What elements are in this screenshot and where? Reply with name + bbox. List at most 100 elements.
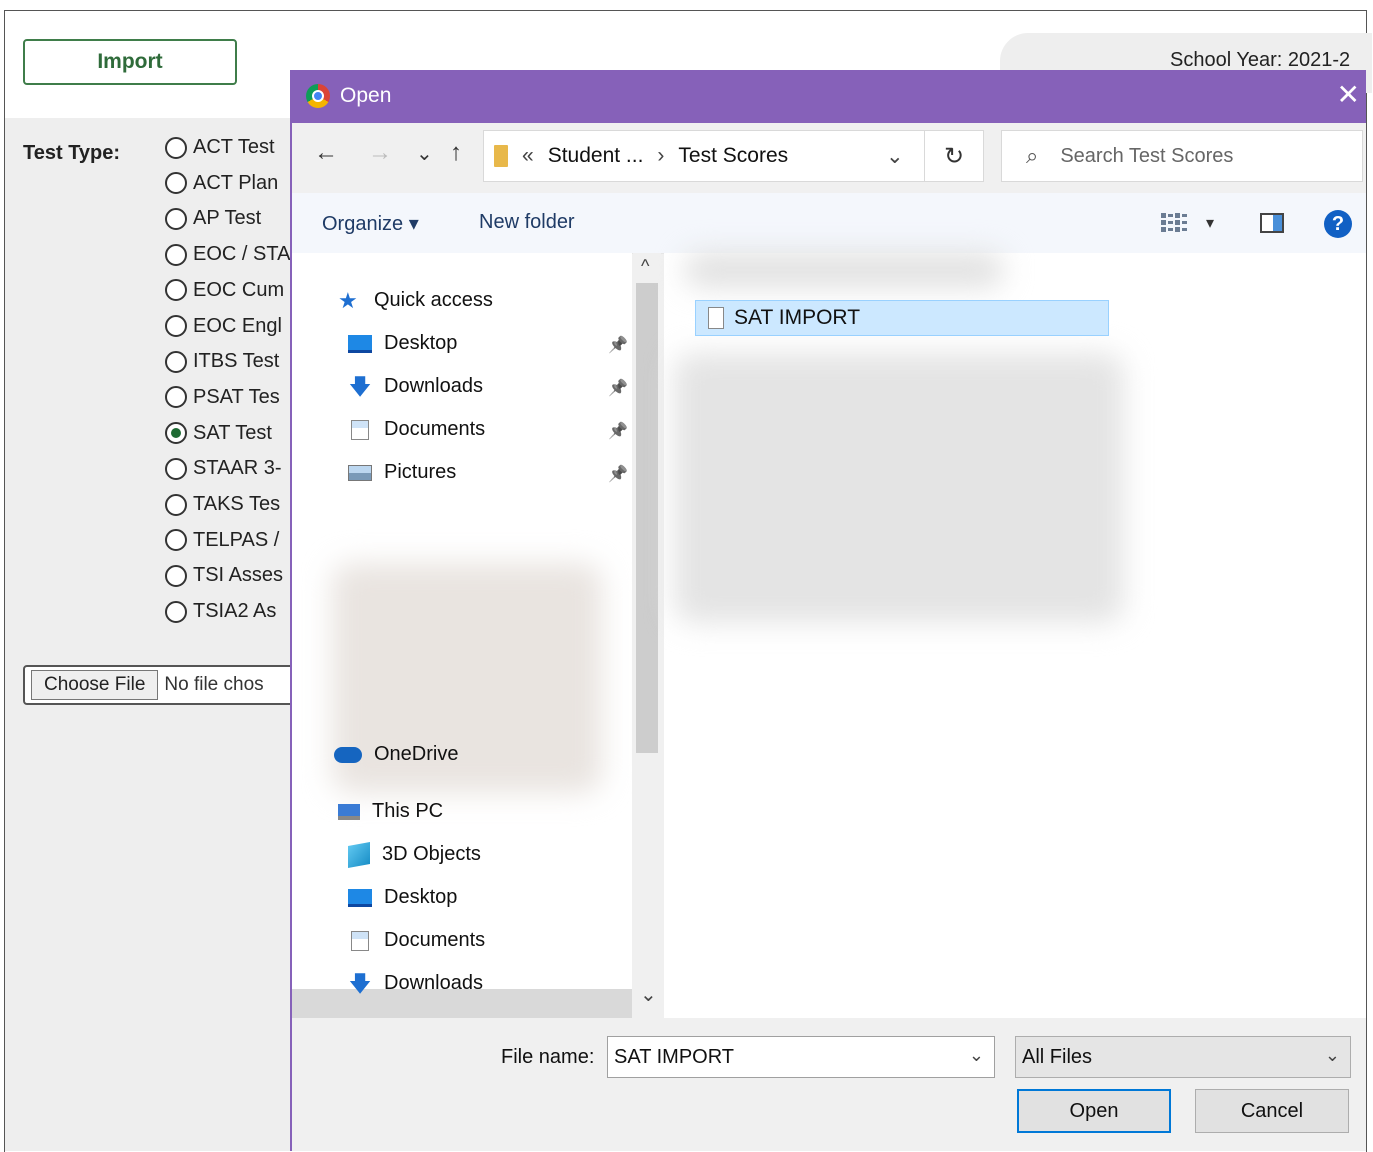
navigation-pane: ★ Quick access Desktop 📌 🡇 Downloads 📌 Docume… (292, 253, 632, 1018)
test-type-option[interactable]: ACT Test (165, 136, 275, 159)
file-name-input[interactable]: SAT IMPORT ⌄ (607, 1036, 995, 1078)
test-type-option[interactable]: STAAR 3- (165, 457, 282, 480)
test-type-label-text: TAKS Tes (193, 493, 281, 515)
downloads-icon: 🡇 (348, 970, 372, 996)
test-type-option[interactable]: SAT Test (165, 422, 272, 445)
view-options-icon[interactable] (1160, 211, 1188, 235)
test-type-label-text: EOC Cum (193, 278, 285, 301)
test-type-option[interactable]: TAKS Tes (165, 493, 280, 516)
nav-item[interactable]: Desktop (348, 332, 457, 355)
file-item-sat-import[interactable]: SAT IMPORT (695, 300, 1109, 336)
dialog-titlebar: Open ✕ (292, 70, 1366, 123)
radio-button[interactable] (165, 315, 187, 337)
view-dropdown-icon[interactable]: ▾ (1206, 213, 1214, 233)
cancel-button[interactable]: Cancel (1195, 1089, 1349, 1133)
address-bar[interactable]: « Student ... › Test Scores ⌄ (483, 130, 983, 182)
breadcrumb-student[interactable]: Student ... (548, 144, 644, 168)
test-type-label-text: EOC Engl (193, 314, 282, 337)
open-button[interactable]: Open (1017, 1089, 1171, 1133)
radio-button[interactable] (165, 422, 187, 445)
up-arrow-icon[interactable]: ↑ (450, 139, 462, 167)
nav-item-label: 3D Objects (382, 843, 481, 865)
test-type-option[interactable]: TELPAS / (165, 529, 279, 552)
school-year-label: School Year: 2021-2 (1170, 49, 1351, 71)
pin-icon[interactable]: 📌 (608, 464, 628, 484)
nav-item-label: Downloads (384, 375, 483, 397)
nav-item[interactable]: 🡇 Downloads (348, 375, 483, 398)
preview-pane-icon[interactable] (1260, 213, 1284, 233)
test-type-label-text: TSI Asses (193, 564, 284, 587)
back-arrow-icon[interactable]: ← (314, 139, 338, 167)
close-icon[interactable]: ✕ (1337, 78, 1360, 111)
nav-item[interactable]: Pictures (348, 461, 456, 484)
address-dropdown-icon[interactable]: ⌄ (886, 144, 904, 169)
search-box[interactable]: ⌕ Search Test Scores (1001, 130, 1363, 182)
refresh-button[interactable]: ↻ (924, 130, 984, 182)
import-button[interactable]: Import (23, 39, 237, 85)
radio-button[interactable] (165, 529, 187, 552)
radio-button[interactable] (165, 564, 187, 587)
nav-item[interactable]: 🡇 Downloads (348, 972, 483, 995)
nav-item-label: Pictures (384, 461, 457, 483)
file-type-select[interactable]: All Files ⌄ (1015, 1036, 1351, 1078)
recent-locations-chevron-icon[interactable]: ⌄ (416, 141, 433, 166)
nav-item[interactable]: Desktop (348, 886, 457, 909)
test-type-option[interactable]: ITBS Test (165, 350, 279, 373)
nav-quick-access[interactable]: ★ Quick access (338, 289, 493, 312)
downloads-icon: 🡇 (348, 373, 372, 399)
nav-onedrive[interactable]: OneDrive (334, 743, 458, 766)
no-file-text: No file chos (164, 674, 264, 695)
test-type-option[interactable]: PSAT Tes (165, 386, 280, 409)
radio-button[interactable] (165, 136, 187, 159)
choose-file-button[interactable]: Choose File (31, 670, 159, 700)
pin-icon[interactable]: 📌 (608, 335, 628, 355)
test-type-label-text: PSAT Tes (193, 385, 280, 408)
test-type-option[interactable]: TSI Asses (165, 564, 283, 587)
breadcrumb-test-scores[interactable]: Test Scores (678, 144, 788, 168)
test-type-label-text: TELPAS / (193, 528, 280, 551)
test-type-option[interactable]: TSIA2 As (165, 600, 276, 623)
file-type-dropdown-icon[interactable]: ⌄ (1325, 1045, 1340, 1066)
radio-button[interactable] (165, 350, 187, 373)
nav-item[interactable]: Documents (348, 929, 485, 952)
help-icon[interactable]: ? (1324, 210, 1352, 238)
3d-objects-icon (348, 841, 370, 868)
radio-button[interactable] (165, 279, 187, 302)
radio-button[interactable] (165, 493, 187, 516)
test-type-option[interactable]: EOC Cum (165, 279, 284, 302)
test-type-option[interactable]: ACT Plan (165, 172, 278, 195)
test-type-label: Test Type: (23, 142, 121, 164)
test-type-option[interactable]: EOC Engl (165, 315, 282, 338)
organize-menu[interactable]: Organize ▾ (322, 211, 419, 236)
radio-button[interactable] (165, 600, 187, 623)
nav-item[interactable]: 3D Objects (348, 841, 481, 868)
radio-button[interactable] (165, 172, 187, 195)
onedrive-cloud-icon (334, 746, 362, 763)
nav-item[interactable]: Documents (348, 418, 485, 441)
nav-this-pc-label: This PC (372, 800, 444, 822)
radio-button[interactable] (165, 457, 187, 480)
navigation-row: ← → ⌄ ↑ « Student ... › Test Scores ⌄ ↻ … (292, 123, 1366, 193)
desktop-icon (348, 888, 372, 907)
test-type-label-text: ACT Test (193, 136, 275, 158)
nav-this-pc[interactable]: This PC (338, 800, 443, 823)
scroll-up-icon[interactable]: ^ (641, 256, 649, 277)
radio-button[interactable] (165, 386, 187, 409)
nav-scrollbar-thumb[interactable] (636, 283, 658, 753)
star-icon: ★ (338, 287, 358, 313)
test-type-option[interactable]: EOC / STA (165, 243, 290, 266)
new-folder-button[interactable]: New folder (479, 211, 575, 234)
nav-item-label: Downloads (384, 972, 483, 994)
file-chooser[interactable]: Choose File No file chos (23, 665, 313, 705)
test-type-option[interactable]: AP Test (165, 207, 261, 230)
forward-arrow-icon[interactable]: → (368, 139, 392, 167)
dialog-footer: File name: SAT IMPORT ⌄ All Files ⌄ Open… (292, 1018, 1366, 1151)
breadcrumb-overflow-icon[interactable]: « (522, 144, 534, 168)
radio-button[interactable] (165, 243, 187, 266)
pin-icon[interactable]: 📌 (608, 378, 628, 398)
pin-icon[interactable]: 📌 (608, 421, 628, 441)
radio-button[interactable] (165, 207, 187, 230)
scroll-down-icon[interactable]: ⌄ (640, 982, 657, 1007)
file-name-dropdown-icon[interactable]: ⌄ (969, 1045, 984, 1066)
nav-onedrive-label: OneDrive (374, 743, 459, 765)
